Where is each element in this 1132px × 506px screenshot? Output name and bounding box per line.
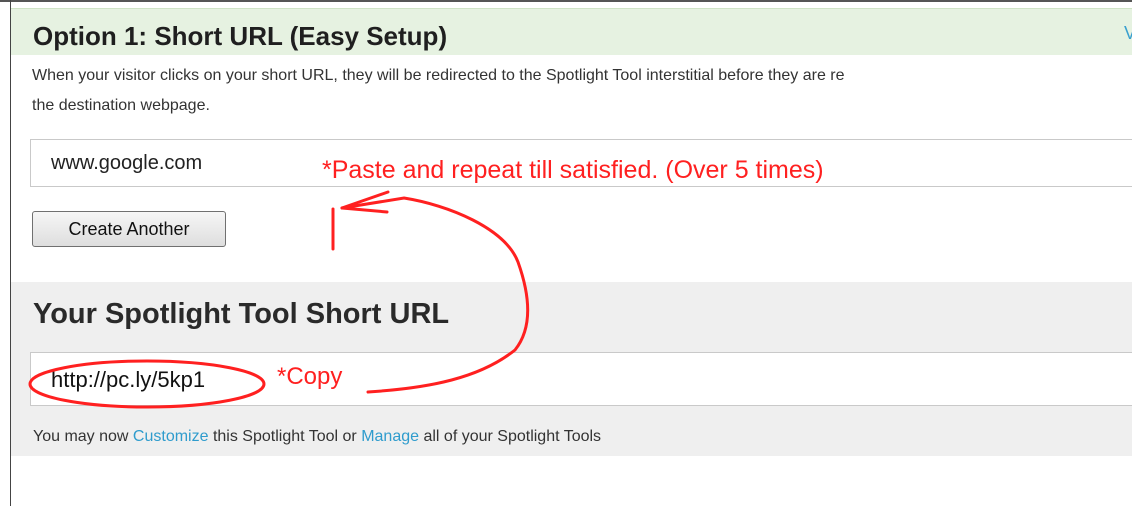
arrowhead-barb — [340, 206, 389, 214]
short-url-field[interactable]: http://pc.ly/5kp1 — [30, 352, 1132, 406]
short-url-value[interactable]: http://pc.ly/5kp1 — [51, 367, 205, 393]
paste-annotation: *Paste and repeat till satisfied. (Over … — [322, 156, 824, 184]
footer-text-before: You may now — [33, 428, 133, 445]
description-line-2: the destination webpage. — [32, 97, 210, 114]
copy-annotation: *Copy — [277, 363, 343, 390]
manage-link[interactable]: Manage — [361, 428, 419, 445]
short-url-result-panel: Your Spotlight Tool Short URL http://pc.… — [11, 282, 1132, 456]
window-top-border — [0, 0, 1132, 2]
description-line-1: When your visitor clicks on your short U… — [32, 67, 845, 84]
section-header: Option 1: Short URL (Easy Setup) Vi — [11, 8, 1132, 55]
create-another-button[interactable]: Create Another — [32, 211, 226, 247]
next-steps-text: You may now Customize this Spotlight Too… — [33, 428, 601, 446]
section-description: When your visitor clicks on your short U… — [32, 61, 1132, 121]
header-link[interactable]: Vi — [1124, 23, 1132, 44]
footer-text-after: all of your Spotlight Tools — [419, 428, 602, 445]
section-title: Option 1: Short URL (Easy Setup) — [33, 21, 448, 51]
customize-link[interactable]: Customize — [133, 428, 209, 445]
result-title: Your Spotlight Tool Short URL — [33, 298, 450, 330]
footer-text-middle: this Spotlight Tool or — [208, 428, 362, 445]
arrowhead-icon — [340, 190, 390, 210]
